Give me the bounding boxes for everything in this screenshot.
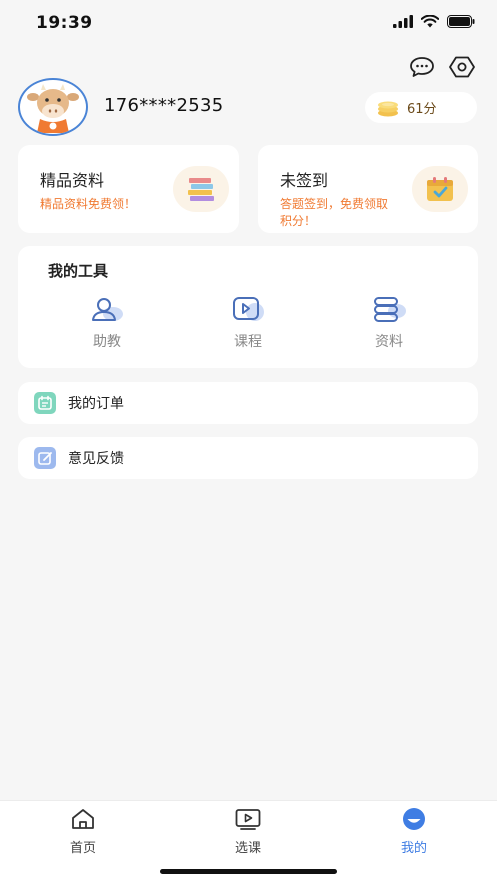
checkin-card[interactable]: 未签到 答题签到，免费领取积分！ bbox=[258, 145, 478, 233]
tool-materials-label: 资料 bbox=[375, 334, 403, 350]
cow-mascot-avatar bbox=[27, 84, 79, 133]
coin-icon bbox=[378, 101, 398, 116]
tab-profile[interactable]: 我的 bbox=[374, 807, 454, 856]
settings-button[interactable] bbox=[449, 54, 475, 80]
gear-icon bbox=[449, 56, 475, 78]
tab-courses-label: 选课 bbox=[234, 841, 261, 856]
points-value: 61分 bbox=[407, 102, 437, 117]
my-orders-row[interactable]: 我的订单 bbox=[18, 382, 478, 424]
checkin-title: 未签到 bbox=[280, 171, 329, 190]
my-orders-label: 我的订单 bbox=[68, 396, 124, 412]
course-icon bbox=[233, 297, 264, 321]
tab-courses[interactable]: 选课 bbox=[208, 807, 288, 856]
feedback-row[interactable]: 意见反馈 bbox=[18, 437, 478, 479]
feedback-icon bbox=[34, 447, 56, 469]
home-indicator bbox=[160, 869, 337, 874]
wifi-icon bbox=[421, 15, 439, 28]
avatar[interactable] bbox=[18, 78, 88, 136]
assistant-icon bbox=[92, 298, 123, 321]
tool-course[interactable]: 课程 bbox=[208, 294, 288, 351]
top-actions bbox=[409, 54, 475, 80]
video-icon bbox=[235, 809, 261, 830]
materials-icon bbox=[374, 297, 406, 322]
tab-home[interactable]: 首页 bbox=[43, 807, 123, 856]
user-phone: 176****2535 bbox=[104, 95, 224, 116]
battery-icon bbox=[447, 15, 475, 28]
calendar-badge bbox=[412, 166, 468, 212]
message-button[interactable] bbox=[409, 54, 435, 80]
my-tools-heading: 我的工具 bbox=[48, 262, 109, 280]
tab-home-label: 首页 bbox=[69, 841, 96, 856]
tool-materials[interactable]: 资料 bbox=[349, 294, 429, 351]
tab-profile-label: 我的 bbox=[400, 841, 427, 856]
premium-materials-title: 精品资料 bbox=[40, 171, 105, 190]
checkin-desc: 答题签到，免费领取积分！ bbox=[280, 197, 389, 228]
points-badge[interactable]: 61分 bbox=[365, 92, 477, 123]
books-icon bbox=[188, 178, 214, 201]
tool-course-label: 课程 bbox=[234, 334, 262, 350]
chat-bubble-icon bbox=[410, 57, 434, 77]
premium-materials-card[interactable]: 精品资料 精品资料免费领！ bbox=[18, 145, 239, 233]
status-icons bbox=[393, 15, 475, 28]
tool-assistant[interactable]: 助教 bbox=[67, 294, 147, 351]
books-badge bbox=[173, 166, 229, 212]
status-time: 19:39 bbox=[36, 13, 93, 33]
signal-icon bbox=[393, 15, 413, 28]
tool-assistant-label: 助教 bbox=[93, 334, 121, 350]
order-icon bbox=[34, 392, 56, 414]
my-tools-card: 我的工具 助教 课程 资料 bbox=[18, 246, 478, 368]
calendar-check-icon bbox=[427, 177, 453, 201]
feedback-label: 意见反馈 bbox=[68, 451, 124, 467]
home-icon bbox=[72, 809, 94, 829]
profile-icon bbox=[403, 808, 425, 830]
premium-materials-desc: 精品资料免费领！ bbox=[40, 197, 137, 211]
status-bar: 19:39 bbox=[0, 0, 497, 46]
